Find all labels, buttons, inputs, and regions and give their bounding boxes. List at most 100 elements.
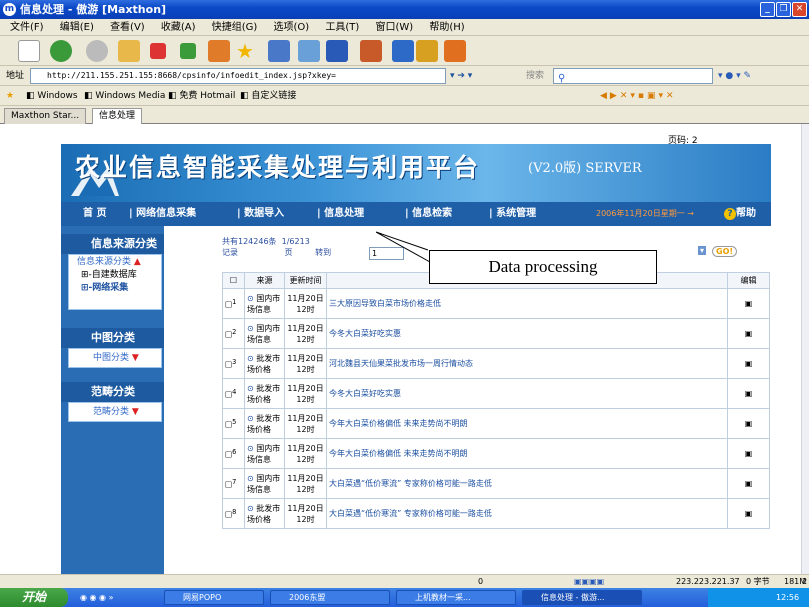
undo-icon[interactable]: [326, 40, 348, 62]
row-checkbox[interactable]: ☐5: [222, 408, 245, 439]
menu-help[interactable]: 帮助(H): [429, 22, 464, 33]
minimize-button[interactable]: _: [760, 2, 775, 17]
row-title-link[interactable]: 三大原因导致白菜市场价格走低: [329, 299, 441, 308]
clc-dropdown[interactable]: 中图分类 ▼: [69, 349, 161, 367]
row-title[interactable]: 今冬大白菜好吃实惠: [326, 318, 728, 349]
fav-custom-links[interactable]: ◧ 自定义链接: [240, 86, 296, 106]
tab-controls-icon[interactable]: ◀▶✕▾▪▣▾✕: [600, 86, 677, 106]
row-checkbox[interactable]: ☐3: [222, 348, 245, 379]
quicklaunch-icons[interactable]: ◉ ◉ ◉ »: [80, 588, 113, 607]
nav-info-processing[interactable]: | 信息处理: [317, 202, 364, 226]
select-dropdown-icon[interactable]: ▾: [698, 246, 707, 255]
start-button[interactable]: 开始: [0, 588, 68, 607]
source-dropdown[interactable]: 信息来源分类 ▲: [69, 255, 161, 269]
row-title[interactable]: 今年大白菜价格偏低 未来走势尚不明朗: [326, 408, 728, 439]
favorites-icon[interactable]: ★: [6, 86, 14, 106]
screenshot-icon[interactable]: [360, 40, 382, 62]
favorites-star-icon[interactable]: ★: [236, 40, 258, 62]
edit-icon[interactable]: ▣: [727, 348, 770, 379]
plugin-icon[interactable]: [416, 40, 438, 62]
row-checkbox[interactable]: ☐4: [222, 378, 245, 409]
edit-icon[interactable]: ▣: [727, 498, 770, 529]
row-title[interactable]: 今年大白菜价格偏低 未来走势尚不明朗: [326, 438, 728, 469]
row-title[interactable]: 大白菜遇“低价寒流” 专家称价格可能一路走低: [326, 498, 728, 529]
forward-icon[interactable]: [86, 40, 108, 62]
row-title-link[interactable]: 今年大白菜价格偏低 未来走势尚不明朗: [329, 449, 468, 458]
address-input[interactable]: http://211.155.251.155:8668/cpsinfo/info…: [30, 68, 446, 84]
nav-system-admin[interactable]: | 系统管理: [489, 202, 536, 226]
new-page-icon[interactable]: [18, 40, 40, 62]
back-icon[interactable]: [50, 40, 72, 62]
row-title-link[interactable]: 今冬大白菜好吃实惠: [329, 389, 401, 398]
section-category-header: 范畴分类: [61, 382, 164, 402]
nav-data-import[interactable]: | 数据导入: [237, 202, 284, 226]
row-checkbox[interactable]: ☐6: [222, 438, 245, 469]
rss-icon[interactable]: [444, 40, 466, 62]
table-row: ☐1 ⊙ 国内市场信息 11月20日 12时 三大原因导致白菜市场价格走低 ▣: [222, 288, 770, 319]
tab-maxthon-start[interactable]: Maxthon Star...: [4, 108, 87, 124]
select-all-checkbox[interactable]: ☐: [222, 272, 245, 289]
menu-file[interactable]: 文件(F): [10, 22, 44, 33]
close-button[interactable]: ✕: [792, 2, 807, 17]
stop-icon[interactable]: [150, 43, 166, 59]
fav-windows-media[interactable]: ◧ Windows Media: [84, 86, 165, 106]
row-title[interactable]: 今冬大白菜好吃实惠: [326, 378, 728, 409]
search-options-icon[interactable]: ▾ ● ▾ ✎: [718, 66, 751, 86]
nav-info-search[interactable]: | 信息检索: [405, 202, 452, 226]
search-input[interactable]: ⚲: [553, 68, 713, 84]
help-link[interactable]: ? 帮助: [724, 202, 756, 226]
source-arrow-icon: ⊙: [247, 503, 254, 513]
row-title-link[interactable]: 河北魏县天仙果菜批发市场一周行情动态: [329, 359, 473, 368]
tree-item-own-db[interactable]: ⊞-自建数据库: [69, 269, 161, 282]
row-checkbox[interactable]: ☐7: [222, 468, 245, 499]
home-alt-icon[interactable]: [180, 43, 196, 59]
edit-icon[interactable]: ▣: [727, 288, 770, 319]
row-checkbox[interactable]: ☐2: [222, 318, 245, 349]
menu-edit[interactable]: 编辑(E): [60, 22, 94, 33]
row-title-link[interactable]: 今年大白菜价格偏低 未来走势尚不明朗: [329, 419, 468, 428]
row-checkbox[interactable]: ☐1: [222, 288, 245, 319]
task-asean[interactable]: 2006东盟: [270, 590, 390, 605]
row-checkbox[interactable]: ☐8: [222, 498, 245, 529]
row-title-link[interactable]: 今冬大白菜好吃实惠: [329, 329, 401, 338]
edit-icon[interactable]: ▣: [727, 468, 770, 499]
home-icon[interactable]: [208, 40, 230, 62]
menu-window[interactable]: 窗口(W): [375, 22, 413, 33]
task-popo[interactable]: 网易POPO: [164, 590, 264, 605]
edit-icon[interactable]: ▣: [727, 378, 770, 409]
tab-group-icon[interactable]: [268, 40, 290, 62]
dropdown-arrow-icon: ▲: [133, 257, 141, 267]
split-view-icon[interactable]: [392, 40, 414, 62]
nav-home[interactable]: 首 页: [83, 202, 106, 226]
row-title-link[interactable]: 大白菜遇“低价寒流” 专家称价格可能一路走低: [329, 479, 492, 488]
tree-item-web-collect[interactable]: ⊞-网络采集: [69, 282, 161, 295]
status-icons[interactable]: ▣▣▣▣: [574, 575, 604, 588]
tab-info-processing[interactable]: 信息处理: [92, 108, 143, 125]
edit-icon[interactable]: ▣: [727, 318, 770, 349]
menu-view[interactable]: 查看(V): [110, 22, 145, 33]
row-title[interactable]: 三大原因导致白菜市场价格走低: [326, 288, 728, 319]
status-bytes: 0 字节: [746, 577, 770, 586]
menu-tools[interactable]: 工具(T): [325, 22, 359, 33]
menu-groups[interactable]: 快捷组(G): [212, 22, 258, 33]
menu-favorites[interactable]: 收藏(A): [161, 22, 196, 33]
go-dropdown-icon[interactable]: ▾ ➔ ▾: [450, 66, 472, 86]
edit-icon[interactable]: ▣: [727, 438, 770, 469]
menu-options[interactable]: 选项(O): [274, 22, 310, 33]
edit-icon[interactable]: ▣: [727, 408, 770, 439]
row-title[interactable]: 大白菜遇“低价寒流” 专家称价格可能一路走低: [326, 468, 728, 499]
task-tutorial[interactable]: 上机教材一采...: [396, 590, 516, 605]
refresh-icon[interactable]: [118, 40, 140, 62]
current-date: 2006年11月20日星期一 →: [596, 209, 694, 218]
fav-hotmail[interactable]: ◧ 免费 Hotmail: [168, 86, 235, 106]
task-info-processing[interactable]: 信息处理 - 傲游...: [522, 590, 642, 605]
window-icon[interactable]: [298, 40, 320, 62]
category-dropdown[interactable]: 范畴分类 ▼: [69, 403, 161, 421]
fav-windows[interactable]: ◧ Windows: [26, 86, 78, 106]
go-button[interactable]: GO!: [712, 246, 738, 257]
row-title-link[interactable]: 大白菜遇“低价寒流” 专家称价格可能一路走低: [329, 509, 492, 518]
maximize-button[interactable]: ❐: [776, 2, 791, 17]
row-title[interactable]: 河北魏县天仙果菜批发市场一周行情动态: [326, 348, 728, 379]
nav-web-collect[interactable]: | 网络信息采集: [129, 202, 196, 226]
vertical-scrollbar[interactable]: [801, 124, 809, 574]
